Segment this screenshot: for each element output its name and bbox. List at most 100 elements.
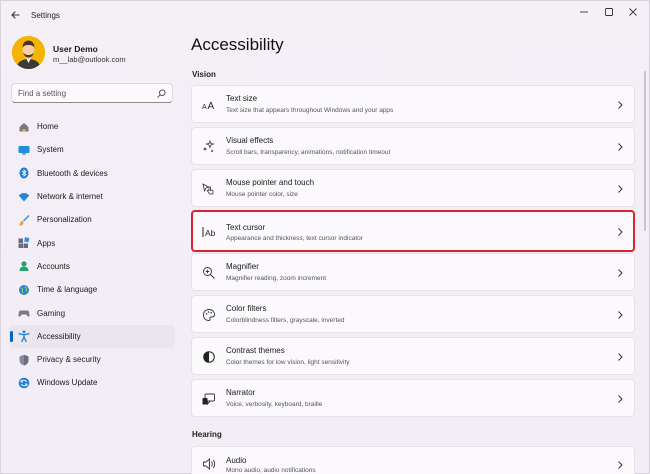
chevron-right-icon [618, 461, 623, 469]
card-desc: Voice, verbosity, keyboard, braille [226, 401, 323, 408]
text-cursor-icon: Ab [202, 227, 216, 238]
apps-icon [18, 237, 30, 249]
search-box[interactable] [11, 83, 173, 103]
vertical-scrollbar[interactable] [644, 71, 646, 231]
section-label-hearing: Hearing [192, 430, 222, 439]
svg-text:Ab: Ab [205, 228, 216, 238]
sidebar-item-system[interactable]: System [9, 138, 175, 161]
chevron-right-icon [618, 353, 623, 361]
chevron-right-icon [618, 311, 623, 319]
search-input[interactable] [18, 87, 153, 100]
sidebar-item-accounts[interactable]: Accounts [9, 255, 175, 278]
card-title: Color filters [226, 304, 267, 313]
card-title: Text size [226, 94, 258, 103]
app-title: Settings [31, 11, 60, 20]
gaming-icon [18, 310, 30, 317]
search-icon[interactable] [157, 89, 166, 98]
user-avatar-icon [12, 36, 45, 69]
sidebar-item-network[interactable]: Network & internet [9, 185, 175, 208]
sidebar-item-privacy-security[interactable]: Privacy & security [9, 348, 175, 371]
network-icon [18, 192, 30, 202]
user-name: User Demo [53, 44, 98, 54]
sidebar-item-label: Accessibility [37, 331, 81, 341]
title-bar: Settings [1, 1, 649, 31]
globe-icon [19, 284, 29, 295]
chevron-right-icon [618, 185, 623, 193]
sidebar-item-gaming[interactable]: Gaming [9, 301, 175, 324]
card-mouse-pointer-touch[interactable]: Mouse pointer and touch Mouse pointer co… [191, 169, 635, 207]
sidebar-item-label: Apps [37, 238, 56, 248]
sidebar-item-label: Network & internet [37, 192, 103, 202]
narrator-icon [202, 393, 215, 406]
card-text-size[interactable]: A A Text size Text size that appears thr… [191, 85, 635, 123]
brush-icon [18, 214, 30, 226]
sidebar-item-time-language[interactable]: Time & language [9, 278, 175, 301]
svg-text:A: A [202, 104, 207, 111]
text-size-icon: A A [202, 101, 215, 112]
bluetooth-icon [19, 167, 29, 179]
sidebar-item-windows-update[interactable]: Windows Update [9, 371, 175, 394]
page-title: Accessibility [191, 35, 284, 54]
accessibility-icon [18, 330, 30, 343]
sidebar-item-apps[interactable]: Apps [9, 231, 175, 254]
settings-window: Settings User Demo m__lab@outlook.com Fi… [0, 0, 650, 474]
audio-icon [203, 458, 216, 470]
sidebar-item-label: Gaming [37, 308, 66, 318]
sidebar-item-label: Privacy & security [37, 355, 101, 365]
card-title: Audio [226, 456, 247, 465]
accounts-icon [19, 261, 29, 272]
card-magnifier[interactable]: Magnifier Magnifier reading, zoom increm… [191, 253, 635, 291]
sidebar-item-label: System [37, 145, 64, 155]
chevron-right-icon [618, 269, 623, 277]
card-title: Visual effects [226, 136, 274, 145]
magnifier-icon [203, 267, 215, 279]
sidebar-item-home[interactable]: Home [9, 115, 175, 138]
sidebar-item-label: Personalization [37, 215, 92, 225]
card-contrast-themes[interactable]: Contrast themes Color themes for low vis… [191, 337, 635, 375]
card-desc: Colorblindness filters, grayscale, inver… [226, 317, 345, 324]
back-arrow-icon[interactable] [9, 8, 23, 22]
sidebar-nav: Home System Bluetooth & devices Network … [9, 115, 175, 395]
avatar[interactable] [12, 36, 45, 69]
system-icon [18, 145, 30, 155]
mouse-pointer-icon [202, 183, 214, 195]
sidebar-item-accessibility[interactable]: Accessibility [9, 324, 175, 348]
chevron-right-icon [618, 228, 623, 236]
sidebar-item-label: Accounts [37, 261, 70, 271]
card-title: Magnifier [226, 262, 259, 271]
card-desc: Mouse pointer color, size [226, 191, 298, 198]
sidebar-item-label: Windows Update [37, 378, 98, 388]
card-color-filters[interactable]: Color filters Colorblindness filters, gr… [191, 295, 635, 333]
close-icon[interactable] [622, 5, 644, 19]
chevron-right-icon [618, 143, 623, 151]
color-filters-icon [203, 309, 215, 321]
chevron-right-icon [618, 395, 623, 403]
card-desc: Magnifier reading, zoom increment [226, 275, 327, 282]
card-desc: Scroll bars, transparency, animations, n… [226, 149, 391, 156]
svg-text:A: A [208, 101, 215, 112]
section-label-vision: Vision [192, 70, 216, 79]
card-desc: Color themes for low vision, light sensi… [226, 359, 350, 366]
card-narrator[interactable]: Narrator Voice, verbosity, keyboard, bra… [191, 379, 635, 417]
visual-effects-icon [203, 140, 215, 153]
user-email: m__lab@outlook.com [53, 55, 126, 64]
card-desc: Mono audio, audio notifications [226, 467, 316, 474]
card-desc: Text size that appears throughout Window… [226, 107, 394, 114]
card-desc: Appearance and thickness, text cursor in… [226, 235, 363, 242]
minimize-icon[interactable] [573, 5, 595, 19]
card-visual-effects[interactable]: Visual effects Scroll bars, transparency… [191, 127, 635, 165]
card-title: Text cursor [226, 223, 266, 232]
sidebar-item-label: Time & language [37, 285, 98, 295]
shield-icon [19, 354, 29, 366]
card-title: Contrast themes [226, 346, 285, 355]
card-text-cursor[interactable]: Ab Text cursor Appearance and thickness,… [191, 210, 635, 252]
maximize-icon[interactable] [598, 5, 620, 19]
home-icon [19, 122, 29, 132]
sidebar-item-label: Bluetooth & devices [37, 168, 108, 178]
card-title: Mouse pointer and touch [226, 178, 315, 187]
card-audio[interactable]: Audio Mono audio, audio notifications [191, 446, 635, 474]
sidebar-item-bluetooth[interactable]: Bluetooth & devices [9, 162, 175, 185]
card-title: Narrator [226, 388, 256, 397]
sidebar-item-personalization[interactable]: Personalization [9, 208, 175, 231]
contrast-icon [203, 351, 215, 363]
